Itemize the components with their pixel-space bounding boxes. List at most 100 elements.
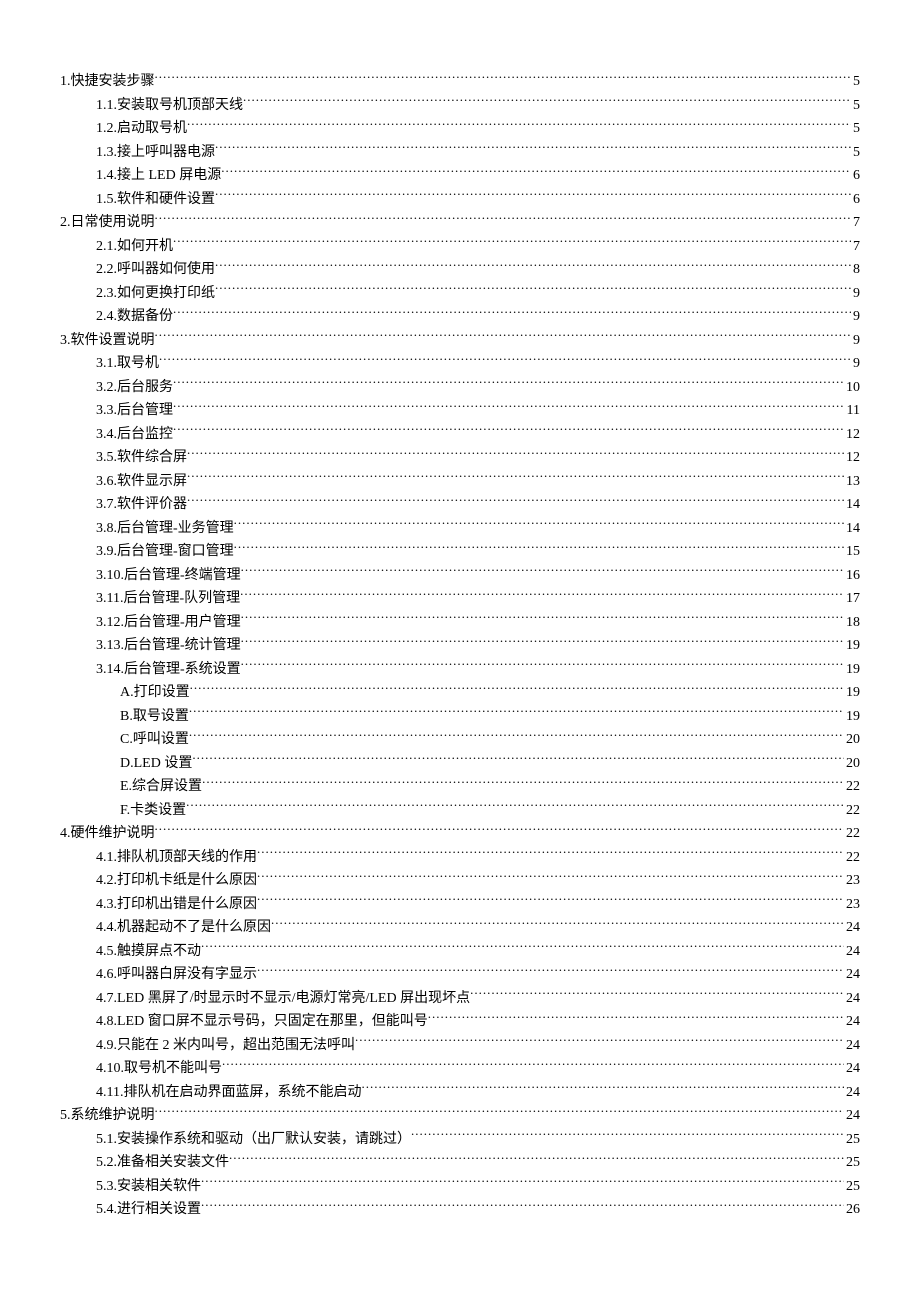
toc-entry[interactable]: 4.2.打印机卡纸是什么原因23 xyxy=(60,869,860,893)
toc-entry[interactable]: 3.5.软件综合屏12 xyxy=(60,446,860,470)
toc-leader-dots xyxy=(411,1130,844,1143)
toc-leader-dots xyxy=(192,754,844,767)
toc-leader-dots xyxy=(355,1036,844,1049)
toc-leader-dots xyxy=(187,448,844,461)
toc-page-number: 19 xyxy=(844,634,860,658)
toc-entry[interactable]: 4.4.机器起动不了是什么原因24 xyxy=(60,916,860,940)
toc-leader-dots xyxy=(155,1106,845,1119)
toc-title: 3.3.后台管理 xyxy=(96,399,173,423)
toc-leader-dots xyxy=(173,237,851,250)
toc-entry[interactable]: 3.1.取号机9 xyxy=(60,352,860,376)
toc-page-number: 10 xyxy=(844,376,860,400)
toc-title: 4.5.触摸屏点不动 xyxy=(96,940,201,964)
toc-title: 2.3.如何更换打印纸 xyxy=(96,282,215,306)
toc-page-number: 25 xyxy=(844,1128,860,1152)
toc-title: 3.5.软件综合屏 xyxy=(96,446,187,470)
toc-page-number: 24 xyxy=(844,1081,860,1105)
toc-title: 5.4.进行相关设置 xyxy=(96,1198,201,1222)
toc-entry[interactable]: B.取号设置19 xyxy=(60,705,860,729)
toc-entry[interactable]: 1.3.接上呼叫器电源5 xyxy=(60,141,860,165)
toc-leader-dots xyxy=(229,1153,844,1166)
toc-page-number: 11 xyxy=(845,399,860,423)
toc-title: C.呼叫设置 xyxy=(120,728,189,752)
toc-entry[interactable]: 3.9.后台管理-窗口管理15 xyxy=(60,540,860,564)
toc-page-number: 7 xyxy=(851,235,860,259)
toc-entry[interactable]: 4.7.LED 黑屏了/时显示时不显示/电源灯常亮/LED 屏出现坏点24 xyxy=(60,987,860,1011)
toc-title: 3.6.软件显示屏 xyxy=(96,470,187,494)
toc-page-number: 5 xyxy=(851,94,860,118)
toc-entry[interactable]: 1.1.安装取号机顶部天线5 xyxy=(60,94,860,118)
toc-title: 4.3.打印机出错是什么原因 xyxy=(96,893,257,917)
toc-title: 3.4.后台监控 xyxy=(96,423,173,447)
toc-entry[interactable]: 1.2.启动取号机5 xyxy=(60,117,860,141)
toc-entry[interactable]: 5.系统维护说明24 xyxy=(60,1104,860,1128)
toc-entry[interactable]: 4.10.取号机不能叫号24 xyxy=(60,1057,860,1081)
toc-leader-dots xyxy=(173,425,844,438)
toc-entry[interactable]: 3.8.后台管理-业务管理14 xyxy=(60,517,860,541)
toc-leader-dots xyxy=(241,636,844,649)
toc-entry[interactable]: 4.5.触摸屏点不动24 xyxy=(60,940,860,964)
toc-entry[interactable]: 3.11.后台管理-队列管理17 xyxy=(60,587,860,611)
toc-title: 3.14.后台管理-系统设置 xyxy=(96,658,241,682)
toc-entry[interactable]: 4.硬件维护说明22 xyxy=(60,822,860,846)
toc-leader-dots xyxy=(202,777,844,790)
toc-title: 1.5.软件和硬件设置 xyxy=(96,188,215,212)
toc-page-number: 22 xyxy=(844,822,860,846)
toc-entry[interactable]: 4.3.打印机出错是什么原因23 xyxy=(60,893,860,917)
toc-leader-dots xyxy=(159,354,851,367)
toc-entry[interactable]: 5.4.进行相关设置26 xyxy=(60,1198,860,1222)
toc-title: 5.1.安装操作系统和驱动（出厂默认安装，请跳过） xyxy=(96,1128,411,1152)
toc-entry[interactable]: 5.1.安装操作系统和驱动（出厂默认安装，请跳过） 25 xyxy=(60,1128,860,1152)
toc-entry[interactable]: 1.4.接上 LED 屏电源6 xyxy=(60,164,860,188)
toc-page-number: 24 xyxy=(844,916,860,940)
toc-entry[interactable]: 3.4.后台监控12 xyxy=(60,423,860,447)
toc-entry[interactable]: 4.6.呼叫器白屏没有字显示24 xyxy=(60,963,860,987)
toc-entry[interactable]: 3.7.软件评价器14 xyxy=(60,493,860,517)
toc-entry[interactable]: 1.快捷安装步骤5 xyxy=(60,70,860,94)
toc-title: 5.2.准备相关安装文件 xyxy=(96,1151,229,1175)
toc-page-number: 20 xyxy=(844,728,860,752)
toc-title: 4.8.LED 窗口屏不显示号码，只固定在那里，但能叫号 xyxy=(96,1010,428,1034)
toc-entry[interactable]: F.卡类设置22 xyxy=(60,799,860,823)
toc-page-number: 6 xyxy=(851,164,860,188)
toc-entry[interactable]: 4.8.LED 窗口屏不显示号码，只固定在那里，但能叫号24 xyxy=(60,1010,860,1034)
toc-leader-dots xyxy=(361,1083,844,1096)
toc-page-number: 6 xyxy=(851,188,860,212)
toc-entry[interactable]: 4.11.排队机在启动界面蓝屏，系统不能启动24 xyxy=(60,1081,860,1105)
toc-leader-dots xyxy=(222,1059,844,1072)
toc-entry[interactable]: 3.2.后台服务10 xyxy=(60,376,860,400)
toc-page-number: 14 xyxy=(844,517,860,541)
toc-title: 3.10.后台管理-终端管理 xyxy=(96,564,241,588)
toc-leader-dots xyxy=(470,989,844,1002)
toc-entry[interactable]: 3.13.后台管理-统计管理19 xyxy=(60,634,860,658)
toc-entry[interactable]: E.综合屏设置22 xyxy=(60,775,860,799)
toc-entry[interactable]: 2.2.呼叫器如何使用8 xyxy=(60,258,860,282)
toc-entry[interactable]: 5.3.安装相关软件25 xyxy=(60,1175,860,1199)
toc-entry[interactable]: 3.12.后台管理-用户管理18 xyxy=(60,611,860,635)
toc-entry[interactable]: 3.3.后台管理 11 xyxy=(60,399,860,423)
toc-entry[interactable]: 2.4.数据备份9 xyxy=(60,305,860,329)
toc-entry[interactable]: A.打印设置19 xyxy=(60,681,860,705)
table-of-contents: 1.快捷安装步骤51.1.安装取号机顶部天线51.2.启动取号机51.3.接上呼… xyxy=(60,70,860,1222)
toc-entry[interactable]: 3.软件设置说明9 xyxy=(60,329,860,353)
toc-page-number: 8 xyxy=(851,258,860,282)
toc-title: 3.12.后台管理-用户管理 xyxy=(96,611,241,635)
toc-entry[interactable]: 1.5.软件和硬件设置 6 xyxy=(60,188,860,212)
toc-entry[interactable]: 4.1.排队机顶部天线的作用22 xyxy=(60,846,860,870)
toc-title: 3.11.后台管理-队列管理 xyxy=(96,587,240,611)
toc-title: 3.1.取号机 xyxy=(96,352,159,376)
toc-entry[interactable]: 3.6.软件显示屏13 xyxy=(60,470,860,494)
toc-page-number: 25 xyxy=(844,1175,860,1199)
toc-title: 4.2.打印机卡纸是什么原因 xyxy=(96,869,257,893)
toc-entry[interactable]: 3.14.后台管理-系统设置19 xyxy=(60,658,860,682)
toc-entry[interactable]: 4.9.只能在 2 米内叫号，超出范围无法呼叫24 xyxy=(60,1034,860,1058)
toc-page-number: 22 xyxy=(844,846,860,870)
toc-entry[interactable]: 2.3.如何更换打印纸9 xyxy=(60,282,860,306)
toc-entry[interactable]: 2.日常使用说明7 xyxy=(60,211,860,235)
toc-entry[interactable]: 5.2.准备相关安装文件 25 xyxy=(60,1151,860,1175)
toc-page-number: 25 xyxy=(844,1151,860,1175)
toc-entry[interactable]: 3.10.后台管理-终端管理16 xyxy=(60,564,860,588)
toc-entry[interactable]: D.LED 设置20 xyxy=(60,752,860,776)
toc-entry[interactable]: 2.1.如何开机7 xyxy=(60,235,860,259)
toc-entry[interactable]: C.呼叫设置 20 xyxy=(60,728,860,752)
